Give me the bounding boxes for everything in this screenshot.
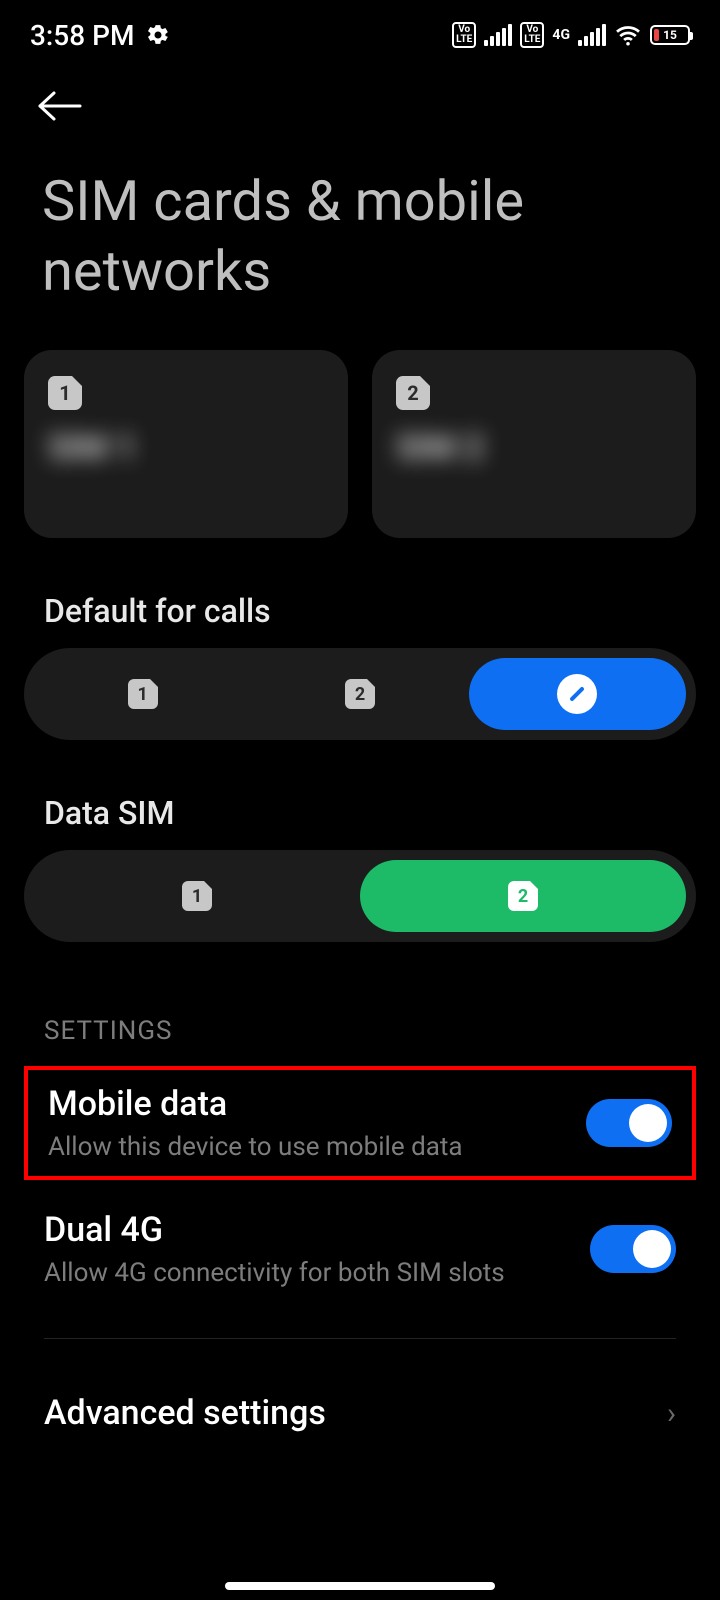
chevron-right-icon: › (667, 1396, 676, 1431)
dual-4g-row[interactable]: Dual 4G Allow 4G connectivity for both S… (0, 1188, 720, 1310)
mobile-data-title: Mobile data (48, 1084, 566, 1124)
sim-icon: 2 (345, 679, 375, 709)
data-sim-2[interactable]: 2 (360, 860, 686, 932)
sim-chip-icon-2: 2 (396, 376, 430, 410)
battery-percent: 15 (652, 28, 688, 42)
wifi-icon (614, 24, 642, 46)
mobile-data-toggle[interactable] (586, 1099, 672, 1147)
data-sim-1[interactable]: 1 (34, 860, 360, 932)
default-calls-sim1[interactable]: 1 (34, 658, 251, 730)
advanced-settings-title: Advanced settings (44, 1393, 326, 1433)
status-time: 3:58 PM (30, 19, 134, 52)
default-calls-ask[interactable] (469, 658, 686, 730)
gear-icon (146, 23, 170, 47)
divider (44, 1338, 676, 1339)
sim-chip-icon-1: 1 (48, 376, 82, 410)
sim-1-carrier: SIM 1 (48, 428, 324, 468)
signal-icon-2 (578, 24, 606, 46)
dual-4g-title: Dual 4G (44, 1210, 570, 1250)
mobile-data-desc: Allow this device to use mobile data (48, 1132, 566, 1162)
data-sim-label: Data SIM (0, 740, 720, 850)
mobile-data-row[interactable]: Mobile data Allow this device to use mob… (24, 1066, 696, 1180)
sim-icon: 1 (182, 881, 212, 911)
advanced-settings-row[interactable]: Advanced settings › (0, 1367, 720, 1443)
not-set-icon (557, 674, 597, 714)
battery-icon: 15 (650, 25, 690, 45)
data-sim-selector: 1 2 (24, 850, 696, 942)
sim-cards-container: 1 SIM 1 2 SIM 2 (0, 316, 720, 538)
default-calls-selector: 1 2 (24, 648, 696, 740)
network-4g-label: 4G (552, 28, 570, 42)
sim-icon: 2 (508, 881, 538, 911)
settings-group-label: SETTINGS (0, 942, 720, 1058)
dual-4g-toggle[interactable] (590, 1225, 676, 1273)
signal-icon-1 (484, 24, 512, 46)
dual-4g-desc: Allow 4G connectivity for both SIM slots (44, 1258, 570, 1288)
page-title: SIM cards & mobile networks (0, 128, 720, 316)
sim-card-1[interactable]: 1 SIM 1 (24, 350, 348, 538)
back-button[interactable] (34, 88, 86, 128)
sim-2-carrier: SIM 2 (396, 428, 672, 468)
default-calls-label: Default for calls (0, 538, 720, 648)
volte-icon-1: VoLTE (452, 22, 476, 48)
sim-icon: 1 (128, 679, 158, 709)
sim-card-2[interactable]: 2 SIM 2 (372, 350, 696, 538)
home-indicator[interactable] (225, 1582, 495, 1590)
volte-icon-2: VoLTE (520, 22, 544, 48)
status-bar: 3:58 PM VoLTE VoLTE 4G 15 (0, 0, 720, 70)
default-calls-sim2[interactable]: 2 (251, 658, 468, 730)
